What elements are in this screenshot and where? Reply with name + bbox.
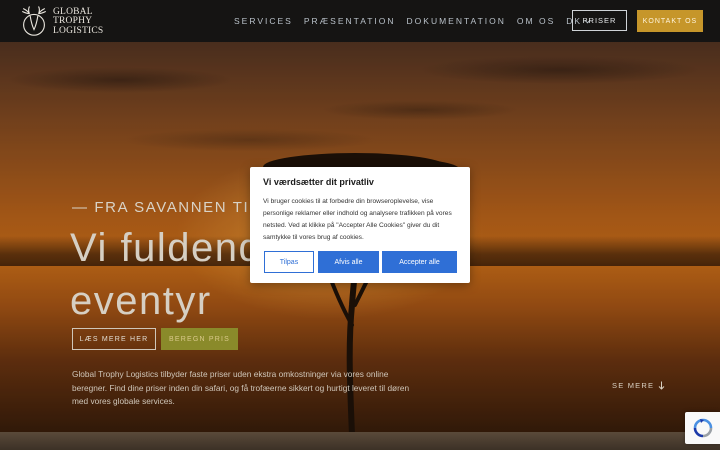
nav-item-praesentation[interactable]: PRÆSENTATION bbox=[304, 16, 396, 26]
cookie-customize-button[interactable]: Tilpas bbox=[264, 251, 314, 273]
priser-button[interactable]: PRISER bbox=[572, 10, 627, 31]
see-more-link[interactable]: SE MERE bbox=[612, 381, 665, 390]
cookie-title: Vi værdsætter dit privatliv bbox=[263, 177, 374, 187]
hero-headline-line: eventyr bbox=[70, 279, 212, 323]
nav-item-om-os[interactable]: OM OS bbox=[517, 16, 555, 26]
deer-head-icon bbox=[22, 6, 46, 36]
kontakt-os-button[interactable]: KONTAKT OS bbox=[637, 10, 703, 32]
main-nav: SERVICES PRÆSENTATION DOKUMENTATION OM O… bbox=[234, 0, 602, 42]
cookie-body: Vi bruger cookies til at forbedre din br… bbox=[263, 198, 452, 241]
recaptcha-badge[interactable] bbox=[685, 412, 720, 444]
recaptcha-icon bbox=[693, 418, 712, 438]
calculate-price-button[interactable]: BEREGN PRIS bbox=[161, 328, 238, 350]
logo-wordmark: GLOBAL TROPHY LOGISTICS bbox=[53, 7, 104, 37]
read-more-button[interactable]: LÆS MERE HER bbox=[72, 328, 156, 350]
hero-headline-line: Vi fuldend bbox=[70, 226, 263, 270]
next-section-strip bbox=[0, 432, 720, 450]
hero-description: Global Trophy Logistics tilbyder faste p… bbox=[72, 369, 410, 406]
logo[interactable]: GLOBAL TROPHY LOGISTICS bbox=[17, 4, 103, 40]
cookie-reject-button[interactable]: Afvis alle bbox=[318, 251, 379, 273]
nav-item-dokumentation[interactable]: DOKUMENTATION bbox=[407, 16, 506, 26]
cookie-consent-dialog: Vi værdsætter dit privatliv Vi bruger co… bbox=[250, 167, 470, 283]
logo-line: LOGISTICS bbox=[53, 25, 104, 36]
arrow-down-icon bbox=[658, 381, 665, 390]
site-header: GLOBAL TROPHY LOGISTICS SERVICES PRÆSENT… bbox=[0, 0, 720, 42]
see-more-label: SE MERE bbox=[612, 381, 655, 390]
nav-item-services[interactable]: SERVICES bbox=[234, 16, 293, 26]
hero-headline: Vi fuldend eventyr bbox=[70, 222, 262, 328]
cookie-accept-button[interactable]: Accepter alle bbox=[382, 251, 457, 273]
